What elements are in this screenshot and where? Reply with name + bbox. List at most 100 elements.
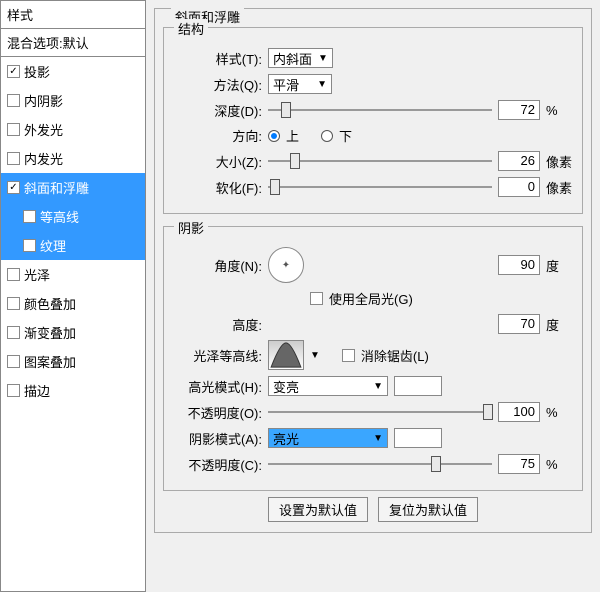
checkbox[interactable] — [23, 239, 36, 252]
shadow-opacity-label: 不透明度(C): — [174, 455, 262, 474]
sidebar-item-label: 图案叠加 — [24, 352, 76, 371]
shadow-opacity-slider[interactable] — [268, 455, 492, 473]
checkbox[interactable] — [7, 355, 20, 368]
size-slider[interactable] — [268, 152, 492, 170]
sidebar-item-6[interactable]: 纹理 — [1, 231, 145, 260]
depth-label: 深度(D): — [174, 101, 262, 120]
structure-legend: 结构 — [174, 19, 208, 38]
use-global-light-label: 使用全局光(G) — [329, 289, 413, 308]
altitude-label: 高度: — [174, 315, 262, 334]
soften-unit: 像素 — [546, 178, 572, 197]
checkbox[interactable] — [7, 326, 20, 339]
checkbox[interactable] — [7, 268, 20, 281]
angle-dial[interactable]: ✦ — [268, 247, 304, 283]
chevron-down-icon: ▼ — [318, 53, 328, 64]
checkbox[interactable] — [7, 123, 20, 136]
reset-default-button[interactable]: 复位为默认值 — [378, 497, 478, 522]
highlight-opacity-slider[interactable] — [268, 403, 492, 421]
checkbox[interactable] — [7, 384, 20, 397]
size-input[interactable]: 26 — [498, 151, 540, 171]
chevron-down-icon[interactable]: ▼ — [310, 350, 320, 361]
highlight-color-swatch[interactable] — [394, 376, 442, 396]
sidebar-item-0[interactable]: ✓ 投影 — [1, 57, 145, 86]
sidebar-item-5[interactable]: 等高线 — [1, 202, 145, 231]
angle-input[interactable]: 90 — [498, 255, 540, 275]
depth-unit: % — [546, 103, 572, 118]
sidebar-item-2[interactable]: 外发光 — [1, 115, 145, 144]
antialias-label: 消除锯齿(L) — [361, 346, 429, 365]
checkbox[interactable] — [7, 94, 20, 107]
depth-input[interactable]: 72 — [498, 100, 540, 120]
highlight-mode-select[interactable]: 变亮 ▼ — [268, 376, 388, 396]
shadow-mode-select[interactable]: 亮光 ▼ — [268, 428, 388, 448]
style-select[interactable]: 内斜面 ▼ — [268, 48, 333, 68]
sidebar-item-label: 等高线 — [40, 207, 79, 226]
sidebar-item-3[interactable]: 内发光 — [1, 144, 145, 173]
size-unit: 像素 — [546, 152, 572, 171]
blend-options[interactable]: 混合选项:默认 — [1, 29, 145, 57]
use-global-light-checkbox[interactable] — [310, 292, 323, 305]
angle-label: 角度(N): — [174, 256, 262, 275]
direction-up-label: 上 — [286, 126, 299, 145]
shadow-mode-value: 亮光 — [273, 429, 299, 448]
sidebar-item-7[interactable]: 光泽 — [1, 260, 145, 289]
chevron-down-icon: ▼ — [317, 79, 327, 90]
shadow-color-swatch[interactable] — [394, 428, 442, 448]
sidebar-item-label: 颜色叠加 — [24, 294, 76, 313]
highlight-mode-label: 高光模式(H): — [174, 377, 262, 396]
direction-down-radio[interactable] — [321, 130, 333, 142]
soften-label: 软化(F): — [174, 178, 262, 197]
sidebar-item-label: 斜面和浮雕 — [24, 178, 89, 197]
soften-input[interactable]: 0 — [498, 177, 540, 197]
style-sidebar: 样式 混合选项:默认 ✓ 投影内阴影外发光内发光 ✓ 斜面和浮雕等高线纹理光泽颜色叠加… — [0, 0, 146, 592]
sidebar-item-label: 投影 — [24, 62, 50, 81]
method-value: 平滑 — [273, 75, 299, 94]
main-panel: 斜面和浮雕 结构 样式(T): 内斜面 ▼ 方法(Q): 平滑 ▼ — [146, 0, 600, 592]
method-label: 方法(Q): — [174, 75, 262, 94]
shadow-opacity-input[interactable]: 75 — [498, 454, 540, 474]
crosshair-icon: ✦ — [282, 260, 290, 271]
highlight-mode-value: 变亮 — [273, 377, 299, 396]
checkbox[interactable]: ✓ — [7, 65, 20, 78]
altitude-input[interactable]: 70 — [498, 314, 540, 334]
sidebar-item-label: 纹理 — [40, 236, 66, 255]
checkbox[interactable] — [23, 210, 36, 223]
soften-slider[interactable] — [268, 178, 492, 196]
antialias-checkbox[interactable] — [342, 349, 355, 362]
style-list: ✓ 投影内阴影外发光内发光 ✓ 斜面和浮雕等高线纹理光泽颜色叠加渐变叠加图案叠加描边 — [1, 57, 145, 591]
bevel-emboss-group: 斜面和浮雕 结构 样式(T): 内斜面 ▼ 方法(Q): 平滑 ▼ — [154, 8, 592, 533]
sidebar-item-10[interactable]: 图案叠加 — [1, 347, 145, 376]
checkbox[interactable] — [7, 152, 20, 165]
sidebar-header: 样式 — [1, 1, 145, 29]
sidebar-item-8[interactable]: 颜色叠加 — [1, 289, 145, 318]
gloss-contour-picker[interactable] — [268, 340, 304, 370]
shadow-mode-label: 阴影模式(A): — [174, 429, 262, 448]
checkbox[interactable]: ✓ — [7, 181, 20, 194]
size-label: 大小(Z): — [174, 152, 262, 171]
method-select[interactable]: 平滑 ▼ — [268, 74, 332, 94]
highlight-opacity-label: 不透明度(O): — [174, 403, 262, 422]
chevron-down-icon: ▼ — [373, 381, 383, 392]
altitude-unit: 度 — [546, 315, 572, 334]
gloss-contour-label: 光泽等高线: — [174, 346, 262, 365]
direction-up-radio[interactable] — [268, 130, 280, 142]
style-label: 样式(T): — [174, 49, 262, 68]
sidebar-item-9[interactable]: 渐变叠加 — [1, 318, 145, 347]
sidebar-item-1[interactable]: 内阴影 — [1, 86, 145, 115]
style-value: 内斜面 — [273, 49, 312, 68]
checkbox[interactable] — [7, 297, 20, 310]
angle-unit: 度 — [546, 256, 572, 275]
sidebar-item-label: 内发光 — [24, 149, 63, 168]
chevron-down-icon: ▼ — [373, 433, 383, 444]
set-default-button[interactable]: 设置为默认值 — [268, 497, 368, 522]
highlight-opacity-input[interactable]: 100 — [498, 402, 540, 422]
opacity-unit: % — [546, 405, 572, 420]
depth-slider[interactable] — [268, 101, 492, 119]
shading-group: 阴影 角度(N): ✦ 90 度 使用全局光(G) 高度: — [163, 226, 583, 491]
direction-label: 方向: — [174, 126, 262, 145]
opacity-unit: % — [546, 457, 572, 472]
sidebar-item-4[interactable]: ✓ 斜面和浮雕 — [1, 173, 145, 202]
sidebar-item-label: 光泽 — [24, 265, 50, 284]
sidebar-item-label: 内阴影 — [24, 91, 63, 110]
sidebar-item-11[interactable]: 描边 — [1, 376, 145, 405]
